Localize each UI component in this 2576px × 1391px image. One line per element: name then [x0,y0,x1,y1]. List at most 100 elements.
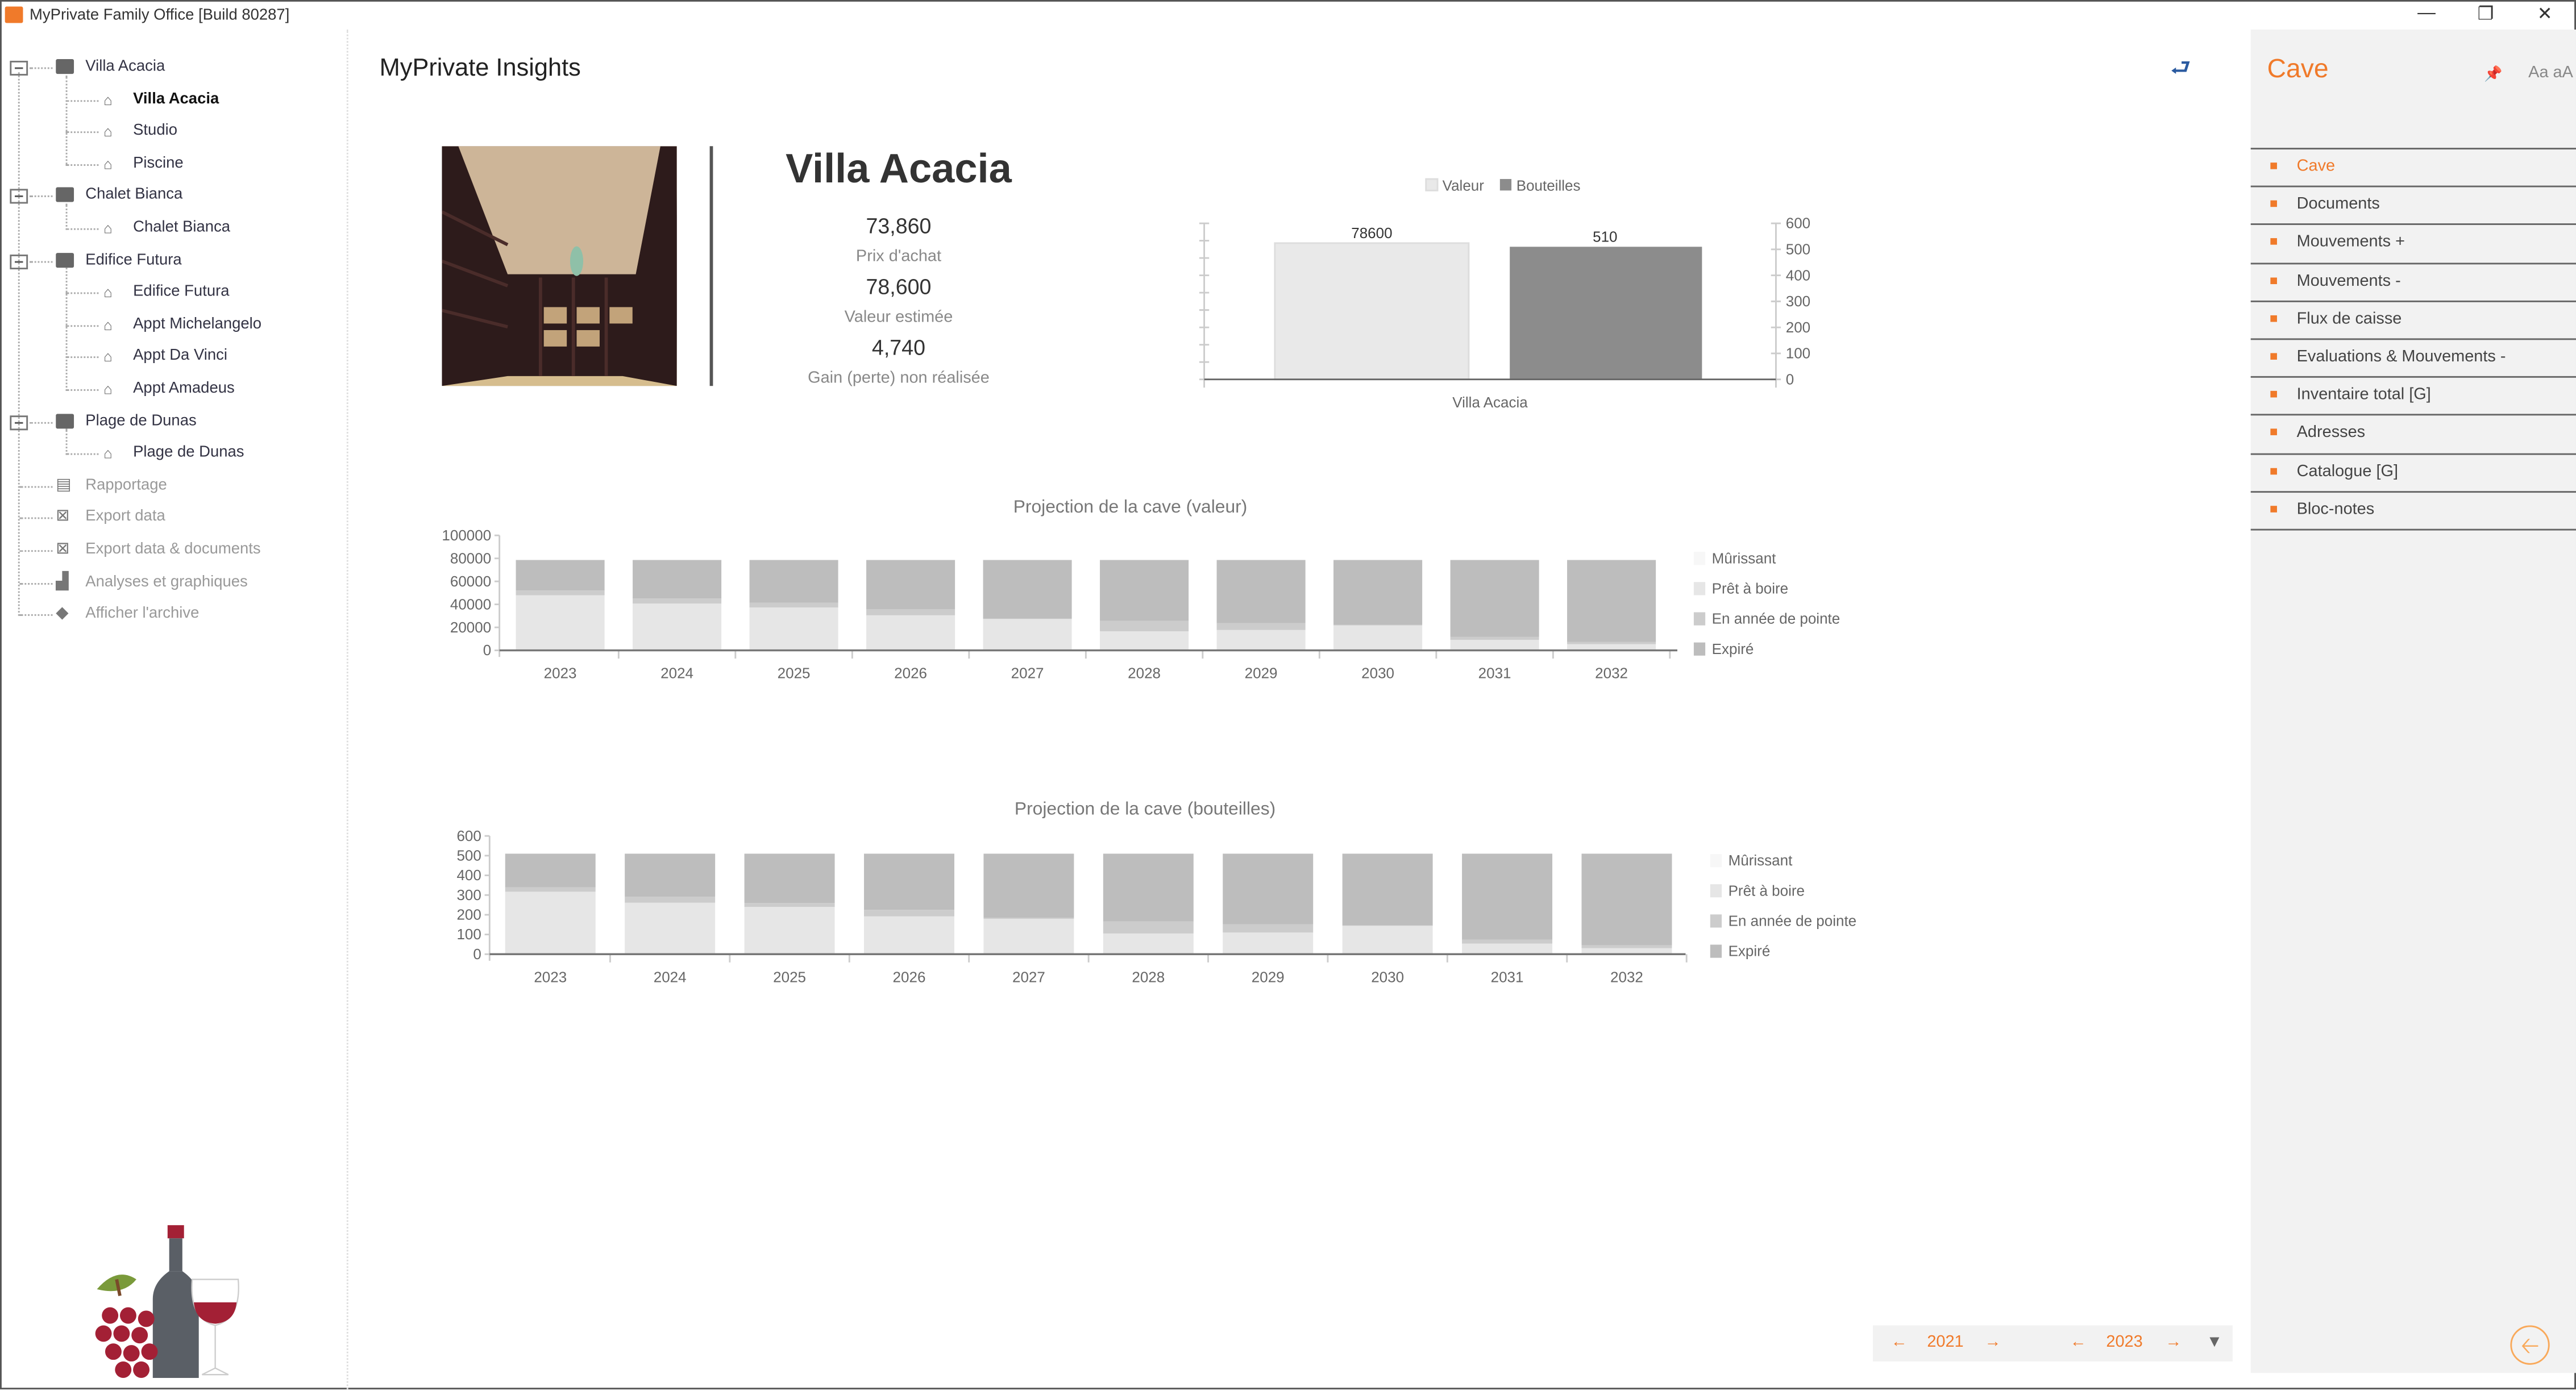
x-axis-tick-label: 2028 [1128,665,1161,682]
bar-2029-Prêt à boire [1216,630,1306,651]
bullet-icon [2270,391,2277,398]
nav-item[interactable]: Bloc-notes [2250,490,2576,528]
nav-item[interactable]: Mouvements - [2250,262,2576,299]
collapse-panel-button[interactable]: 🡠 [2510,1325,2550,1365]
y-axis-tick-label: 20000 [450,619,491,636]
nav-item-label: Catalogue [G] [2296,462,2399,481]
bullet-icon [2270,201,2277,207]
nav-item[interactable]: Mouvements + [2250,224,2576,261]
to-year-next-button[interactable]: → [2165,1325,2182,1361]
nav-item-label: Adresses [2296,424,2366,443]
nav-item-label: Cave [2296,157,2336,176]
bar-2027-Expiré [983,560,1072,619]
legend-swatch-bouteilles [1499,179,1512,191]
nav-item-label: Evaluations & Mouvements - [2296,348,2506,367]
legend-label: Mûrissant [1729,852,1793,869]
bullet-icon [2270,429,2277,436]
right-axis-tick-label: 100 [1786,345,1810,362]
chart-title: Projection de la cave (valeur) [1013,496,1248,517]
nav-item[interactable]: Catalogue [G] [2250,452,2576,490]
x-axis-tick-label: 2023 [544,665,577,682]
from-year-prev-button[interactable]: ← [1891,1325,1908,1361]
bar-2029-En année de pointe [1223,924,1314,933]
x-axis-tick-label: 2029 [1245,665,1278,682]
legend-swatch-valeur [1425,178,1439,191]
bar-2024-En année de pointe [633,598,722,604]
y-axis-tick-label: 300 [456,886,481,903]
x-axis-tick-label: 2023 [534,968,567,985]
right-axis-tick-label: 0 [1786,370,1794,388]
x-axis-tick-label: 2024 [660,665,693,682]
x-axis-label: Villa Acacia [1452,394,1528,411]
x-axis-tick-label: 2031 [1491,968,1524,985]
x-axis-tick-label: 2025 [778,665,811,682]
year-range-bar: ← 2021 → ← 2023 → ▼ [1872,1325,2233,1362]
bar-2028-Prêt à boire [1100,631,1189,651]
x-axis-tick-label: 2027 [1011,665,1044,682]
to-year-value: 2023 [2106,1333,2143,1352]
bar-2026-En année de pointe [864,910,954,917]
legend-label: Prêt à boire [1712,580,1788,597]
bar-2027-En année de pointe [983,918,1074,919]
bullet-icon [2270,239,2277,245]
nav-item-label: Inventaire total [G] [2296,386,2431,405]
bar-2032-Expiré [1581,853,1672,946]
font-size-toggle[interactable]: Aa aA [2528,64,2573,82]
legend-label: Expiré [1712,640,1754,657]
nav-item[interactable]: Evaluations & Mouvements - [2250,338,2576,376]
x-axis-tick-label: 2030 [1361,665,1394,682]
x-axis-tick-label: 2028 [1132,968,1165,985]
nav-item-label: Bloc-notes [2296,500,2375,519]
y-axis-tick-label: 60000 [450,573,491,590]
nav-item[interactable]: Cave [2250,148,2576,185]
bar-2023-En année de pointe [516,590,605,595]
bar-2028-En année de pointe [1103,921,1194,934]
right-axis-tick-label: 400 [1786,266,1810,284]
filter-icon[interactable]: ▼ [2207,1325,2223,1361]
legend-swatch [1693,612,1706,626]
bullet-icon [2270,163,2277,169]
bar-2025-Expiré [744,853,835,903]
nav-item[interactable]: Documents [2250,186,2576,223]
bar-2032-En année de pointe [1567,642,1656,644]
y-axis-tick-label: 100000 [442,527,491,544]
x-axis-tick-label: 2032 [1610,968,1643,985]
nav-item[interactable]: Inventaire total [G] [2250,376,2576,414]
to-year-prev-button[interactable]: ← [2070,1325,2087,1361]
legend-label-bouteilles: Bouteilles [1516,177,1581,194]
bar-2031-Prêt à boire [1462,943,1553,955]
bar-2031-Prêt à boire [1450,640,1539,651]
bar-2026-Expiré [866,560,955,610]
legend-label: Prêt à boire [1729,882,1805,899]
bar-2026-Expiré [864,853,954,910]
legend-swatch [1710,853,1722,868]
bar-2024-Prêt à boire [633,603,722,651]
bar-2024-Expiré [633,560,722,599]
legend-label-valeur: Valeur [1443,177,1485,194]
y-axis-tick-label: 0 [473,946,481,963]
bar-2024-Expiré [625,853,716,897]
nav-item[interactable]: Adresses [2250,414,2576,452]
y-axis-tick-label: 100 [456,926,481,943]
x-axis-tick-label: 2024 [654,968,687,985]
x-axis-tick-label: 2027 [1012,968,1045,985]
nav-divider [2250,528,2576,531]
pin-icon[interactable]: 📌 [2484,66,2502,84]
bar-2030-Prêt à boire [1333,625,1423,651]
nav-item-label: Flux de caisse [2296,310,2402,328]
bar-2031-Expiré [1462,853,1553,940]
bar-2028-Expiré [1103,853,1194,922]
bar-2026-Prêt à boire [864,916,954,955]
bar-2029-Expiré [1223,853,1314,924]
bar-2023-Prêt à boire [505,892,596,955]
nav-item[interactable]: Flux de caisse [2250,300,2576,338]
bar-2030-En année de pointe [1333,624,1423,626]
bar-2025-En année de pointe [749,602,838,608]
from-year-value: 2021 [1927,1333,1964,1352]
bar-2024-Prêt à boire [625,902,716,955]
legend-label: En année de pointe [1729,913,1857,930]
y-axis-tick-label: 400 [456,867,481,884]
bar-2031-En année de pointe [1462,939,1553,944]
bar-2027-Prêt à boire [983,619,1072,651]
from-year-next-button[interactable]: → [1984,1325,2001,1361]
